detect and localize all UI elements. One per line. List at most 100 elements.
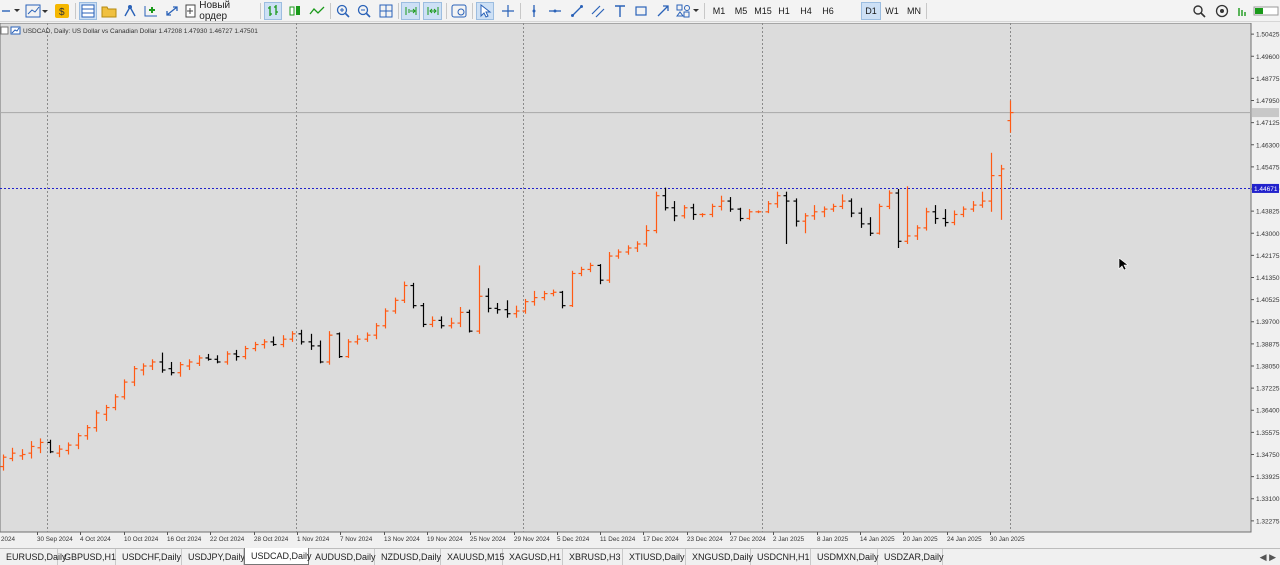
tab-scroll-arrows[interactable]: ◀ ▶ [1260,552,1276,563]
timeframe-h6[interactable]: H6 [818,2,838,20]
community-button[interactable] [1213,2,1231,20]
symbol-tab-usdchf-daily[interactable]: USDCHF,Daily [116,549,182,565]
crosshair-icon [502,5,514,17]
market-watch-button[interactable] [79,2,97,20]
rectangle-button[interactable] [632,2,650,20]
text-icon [615,5,625,17]
symbol-tab-gbpusd-h1[interactable]: GBPUSD,H1 [58,549,116,565]
cursor-icon [480,4,492,18]
timeframe-h4[interactable]: H4 [796,2,816,20]
add-indicator-icon[interactable] [142,2,160,20]
grid-button[interactable] [377,2,395,20]
signals-icon[interactable] [121,2,139,20]
symbol-tab-eurusd-daily[interactable]: EURUSD,Daily [0,549,67,565]
timeframe-h1[interactable]: H1 [774,2,794,20]
price-axis-label: 1.43000 [1256,231,1280,238]
price-axis: 1.50425 1.49600 1.48775 1.47950 1.47125 1.463… [1251,32,1280,525]
chart-shift-button[interactable] [423,2,442,20]
zoom-in-icon [336,4,350,18]
autoscroll-button[interactable] [401,2,420,20]
symbol-tab-xagusd-h1[interactable]: XAGUSD,H1 [503,549,563,565]
time-axis-label: 11 Dec 2024 [600,536,636,543]
price-axis-label: 1.46300 [1256,142,1280,149]
price-chart[interactable]: 1.50425 1.49600 1.48775 1.47950 1.47125 1.463… [0,23,1280,549]
bar-chart-icon [268,5,278,16]
trendline-icon [571,5,583,17]
price-axis-label: 1.41350 [1256,275,1280,282]
timeframe-w1[interactable]: W1 [882,2,902,20]
line-chart-dropdown-button[interactable] [25,2,49,20]
symbol-tab-xtiusd-daily[interactable]: XTIUSD,Daily [623,549,686,565]
candlestick-chart-button[interactable] [286,2,304,20]
svg-text:$: $ [59,7,65,18]
chart-info-text: USDCAD, Daily: US Dollar vs Canadian Dol… [23,28,258,35]
horizontal-line-icon [549,9,561,13]
signal-strength-icon [1236,2,1250,20]
timeframe-d1[interactable]: D1 [861,2,881,20]
price-axis-label: 1.37225 [1256,386,1280,393]
symbol-tab-nzdusd-daily[interactable]: NZDUSD,Daily [375,549,441,565]
symbol-tab-usdcad-daily[interactable]: USDCAD,Daily [244,548,312,565]
symbol-tab-usdjpy-daily[interactable]: USDJPY,Daily [182,549,245,565]
rectangle-icon [635,6,647,16]
symbol-tab-bar: ◀ ▶ EURUSD,Daily GBPUSD,H1 USDCHF,Daily USD… [0,548,1280,565]
chart-info-header: USDCAD, Daily: US Dollar vs Canadian Dol… [0,26,258,35]
price-axis-label: 1.49600 [1256,54,1280,61]
community-icon [1215,4,1229,18]
price-axis-label: 1.38050 [1256,363,1280,370]
price-axis-label: 1.45475 [1256,164,1280,171]
toolbar: $ Новый ордер M1 M5 M15 H1 H4 H6 D1 W1 M… [0,0,1280,22]
symbol-tab-usdmxn-daily[interactable]: USDMXN,Daily [811,549,879,565]
chart-window[interactable]: 1.50425 1.49600 1.48775 1.47950 1.47125 1.463… [0,23,1280,549]
symbol-tab-usdcnh-h1[interactable]: USDCNH,H1 [751,549,811,565]
templates-icon [451,4,467,18]
time-axis-label: 28 Oct 2024 [254,536,289,543]
bar-chart-button[interactable] [264,2,282,20]
time-axis-label: 19 Nov 2024 [427,536,463,543]
timeframe-m5[interactable]: M5 [730,2,752,20]
timeframe-m15[interactable]: M15 [752,2,774,20]
time-axis-label: 30 Jan 2025 [990,536,1025,543]
line-chart-icon [25,4,48,18]
price-axis-label: 1.43825 [1256,209,1280,216]
time-axis-label: 29 Nov 2024 [514,536,550,543]
search-button[interactable] [1190,2,1208,20]
crosshair-button[interactable] [499,2,517,20]
symbol-tab-xngusd-daily[interactable]: XNGUSD,Daily [686,549,753,565]
vertical-line-button[interactable] [525,2,543,20]
time-axis-label: 13 Nov 2024 [384,536,420,543]
shapes-dropdown-button[interactable] [675,2,701,20]
cursor-button[interactable] [476,2,494,20]
symbol-tab-usdzar-daily[interactable]: USDZAR,Daily [878,549,944,565]
text-button[interactable] [611,2,629,20]
symbol-tab-audusd-daily[interactable]: AUDUSD,Daily [309,549,376,565]
price-axis-label: 1.33925 [1256,474,1280,481]
connection-status-icon [1252,2,1280,20]
market-watch-icon [81,4,95,18]
trendline-button[interactable] [568,2,586,20]
timeframe-m1[interactable]: M1 [708,2,730,20]
time-axis-label: 4 Oct 2024 [80,536,111,543]
time-axis-label: 7 Nov 2024 [340,536,373,543]
chart-dropdown-button[interactable] [0,2,22,20]
zoom-out-button[interactable] [355,2,373,20]
symbol-tab-xauusd-m15[interactable]: XAUUSD,M15 [441,549,505,565]
search-icon [1193,5,1206,18]
arrow-tool-button[interactable] [654,2,672,20]
grid-icon [379,4,393,18]
new-order-button[interactable]: Новый ордер [185,0,257,22]
zoom-in-button[interactable] [334,2,352,20]
price-axis-label: 1.33100 [1256,496,1280,503]
time-axis-label: 1 Nov 2024 [297,536,330,543]
folder-icon[interactable] [100,2,118,20]
time-axis-label: 25 Nov 2024 [470,536,506,543]
templates-button[interactable] [449,2,469,20]
horizontal-line-button[interactable] [546,2,564,20]
price-axis-label: 1.47125 [1256,120,1280,127]
symbol-tab-xbrusd-h3[interactable]: XBRUSD,H3 [563,549,623,565]
channel-button[interactable] [589,2,607,20]
expand-icon[interactable] [163,2,181,20]
dollar-icon[interactable]: $ [54,2,70,20]
line-chart-button[interactable] [308,2,326,20]
timeframe-mn[interactable]: MN [904,2,924,20]
